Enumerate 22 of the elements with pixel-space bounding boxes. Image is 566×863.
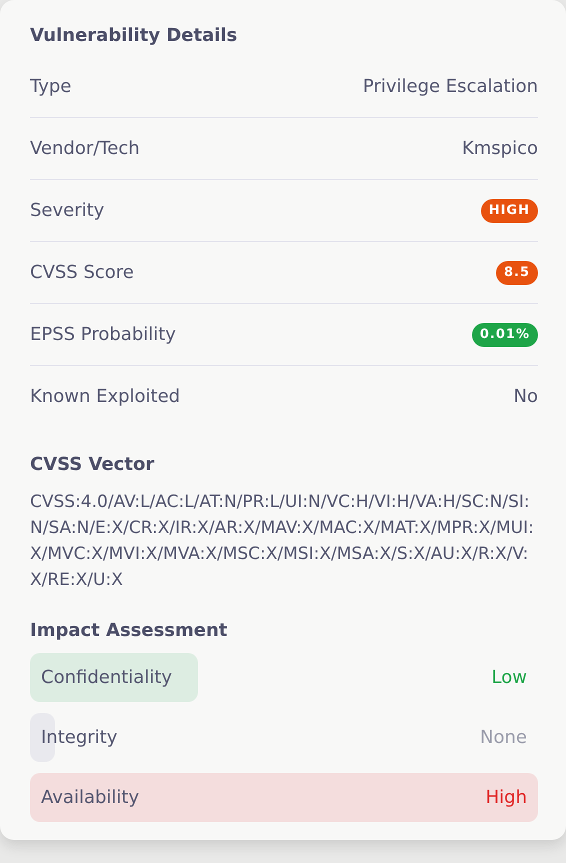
impact-rating: High [486,787,527,808]
field-label: Severity [30,200,104,221]
impact-label: Integrity [41,727,118,748]
field-label: Known Exploited [30,386,180,407]
impact-label: Confidentiality [41,667,172,688]
section-title: CVSS Vector [30,453,154,477]
field-label: CVSS Score [30,262,134,283]
badge: 8.5 [496,260,538,284]
field-label: Type [30,76,72,97]
impact-label: Availability [41,787,140,808]
badge: HIGH [480,198,538,222]
impact-rating: Low [492,667,527,688]
field-value: Privilege Escalation [362,76,538,97]
field-label: EPSS Probability [30,324,176,345]
field-value: No [514,386,538,407]
section-title: Impact Assessment [30,619,228,643]
impact-rating: None [480,727,527,748]
field-value: Kmspico [462,138,538,159]
badge: 0.01% [472,322,538,346]
section-title: Vulnerability Details [30,24,238,48]
vector-string: CVSS:4.0/AV:L/AC:L/AT:N/PR:L/UI:N/VC:H/VI:H/VA:H/SC:N/SI:N/SA:N/E:X/CR:X/IR:X/AR:X/MAV:X/MAC:X/MAT:X/MPR:X/MUI:X/MVC:X/MVI:X/MVA:X/MSC:X/MSI:X/MSA:X/S:X/AU:X/R:X/V:X/RE:X/U:X [30,491,535,592]
field-label: Vendor/Tech [30,138,140,159]
